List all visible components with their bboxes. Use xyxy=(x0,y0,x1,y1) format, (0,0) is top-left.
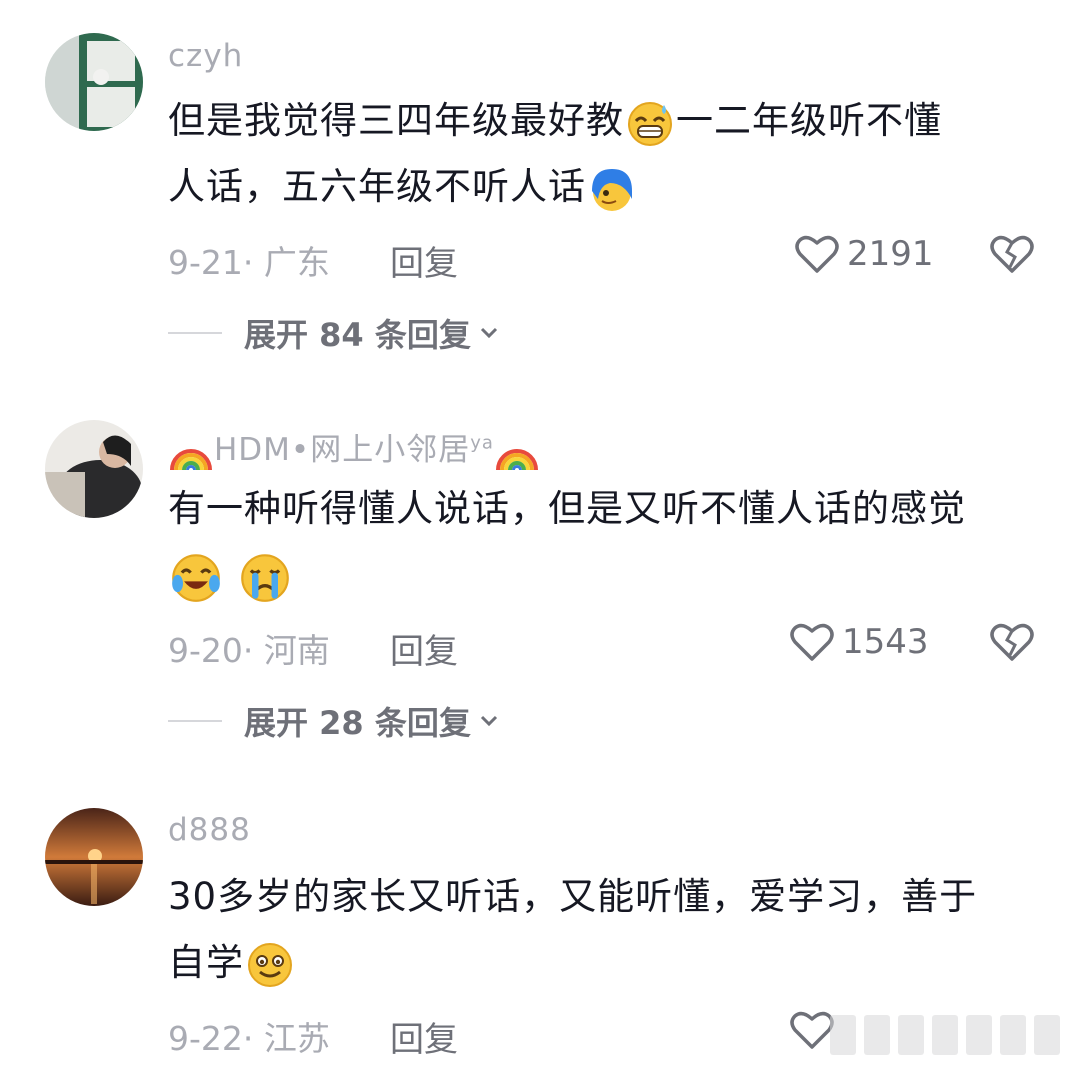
like-button[interactable]: 2191 xyxy=(795,234,934,274)
username[interactable]: d888 xyxy=(168,812,251,848)
comment-meta: 9-21· 广东 回复 xyxy=(168,236,458,284)
date-location: 9-22· 江苏 xyxy=(168,1019,330,1058)
expand-replies-button[interactable]: 展开 84 条回复 xyxy=(168,310,499,356)
broken-heart-icon xyxy=(990,235,1034,273)
expand-label: 展开 28 条回复 xyxy=(244,704,471,742)
comment-text-part: 一二年级听不懂 xyxy=(676,99,942,142)
divider xyxy=(168,720,222,722)
like-button[interactable]: 1543 xyxy=(790,622,929,662)
laugh-cry-emoji-icon xyxy=(172,553,220,602)
like-button[interactable] xyxy=(790,1010,834,1050)
username-suffix: ya xyxy=(470,432,494,454)
comment-text-part: 30多岁的家长又听话，又能听懂，爱学习，善于 xyxy=(168,875,978,918)
comment-text-part: 但是我觉得三四年级最好教 xyxy=(168,99,624,142)
heart-outline-icon xyxy=(795,235,839,273)
chevron-down-icon xyxy=(480,327,497,339)
expand-label: 展开 84 条回复 xyxy=(244,316,471,354)
username[interactable]: czyh xyxy=(168,38,243,74)
avatar[interactable] xyxy=(45,420,143,518)
reply-button[interactable]: 回复 xyxy=(390,236,458,285)
comment-text: 但是我觉得三四年级最好教 一二年级听不懂 人话，五六年级不听人话 xyxy=(168,88,1048,220)
comment-text: 有一种听得懂人说话，但是又听不懂人话的感觉 xyxy=(168,476,1048,608)
smile-emoji-icon xyxy=(248,942,292,987)
username[interactable]: HDM•网上小邻居ya xyxy=(168,424,540,472)
avatar[interactable] xyxy=(45,808,143,906)
heart-outline-icon xyxy=(790,1011,834,1049)
broken-heart-icon xyxy=(990,623,1034,661)
crying-emoji-icon xyxy=(240,553,289,602)
date-location: 9-20· 河南 xyxy=(168,631,330,670)
blue-hair-emoji-icon xyxy=(592,168,632,211)
comment-text-part: 有一种听得懂人说话，但是又听不懂人话的感觉 xyxy=(168,487,966,530)
date-location: 9-21· 广东 xyxy=(168,243,330,282)
avatar[interactable] xyxy=(45,33,143,131)
comment-text: 30多岁的家长又听话，又能听懂，爱学习，善于 自学 xyxy=(168,864,1048,996)
rainbow-icon xyxy=(495,448,538,470)
username-text: HDM•网上小邻居 xyxy=(214,432,471,468)
rainbow-icon xyxy=(170,448,212,470)
like-count: 2191 xyxy=(847,234,934,274)
comment-text-part: 自学 xyxy=(168,941,244,984)
watermark xyxy=(830,1010,1075,1060)
chevron-down-icon xyxy=(480,715,497,727)
comment-text-part: 人话，五六年级不听人话 xyxy=(168,165,586,208)
reply-button[interactable]: 回复 xyxy=(390,624,458,673)
heart-outline-icon xyxy=(790,623,834,661)
like-count: 1543 xyxy=(842,622,929,662)
dislike-button[interactable] xyxy=(990,234,1034,278)
dislike-button[interactable] xyxy=(990,622,1034,666)
comment-meta: 9-20· 河南 回复 xyxy=(168,624,458,672)
divider xyxy=(168,332,222,334)
grin-sweat-emoji-icon xyxy=(628,101,672,146)
expand-replies-button[interactable]: 展开 28 条回复 xyxy=(168,698,499,744)
reply-button[interactable]: 回复 xyxy=(390,1012,458,1061)
comment-meta: 9-22· 江苏 回复 xyxy=(168,1012,458,1060)
